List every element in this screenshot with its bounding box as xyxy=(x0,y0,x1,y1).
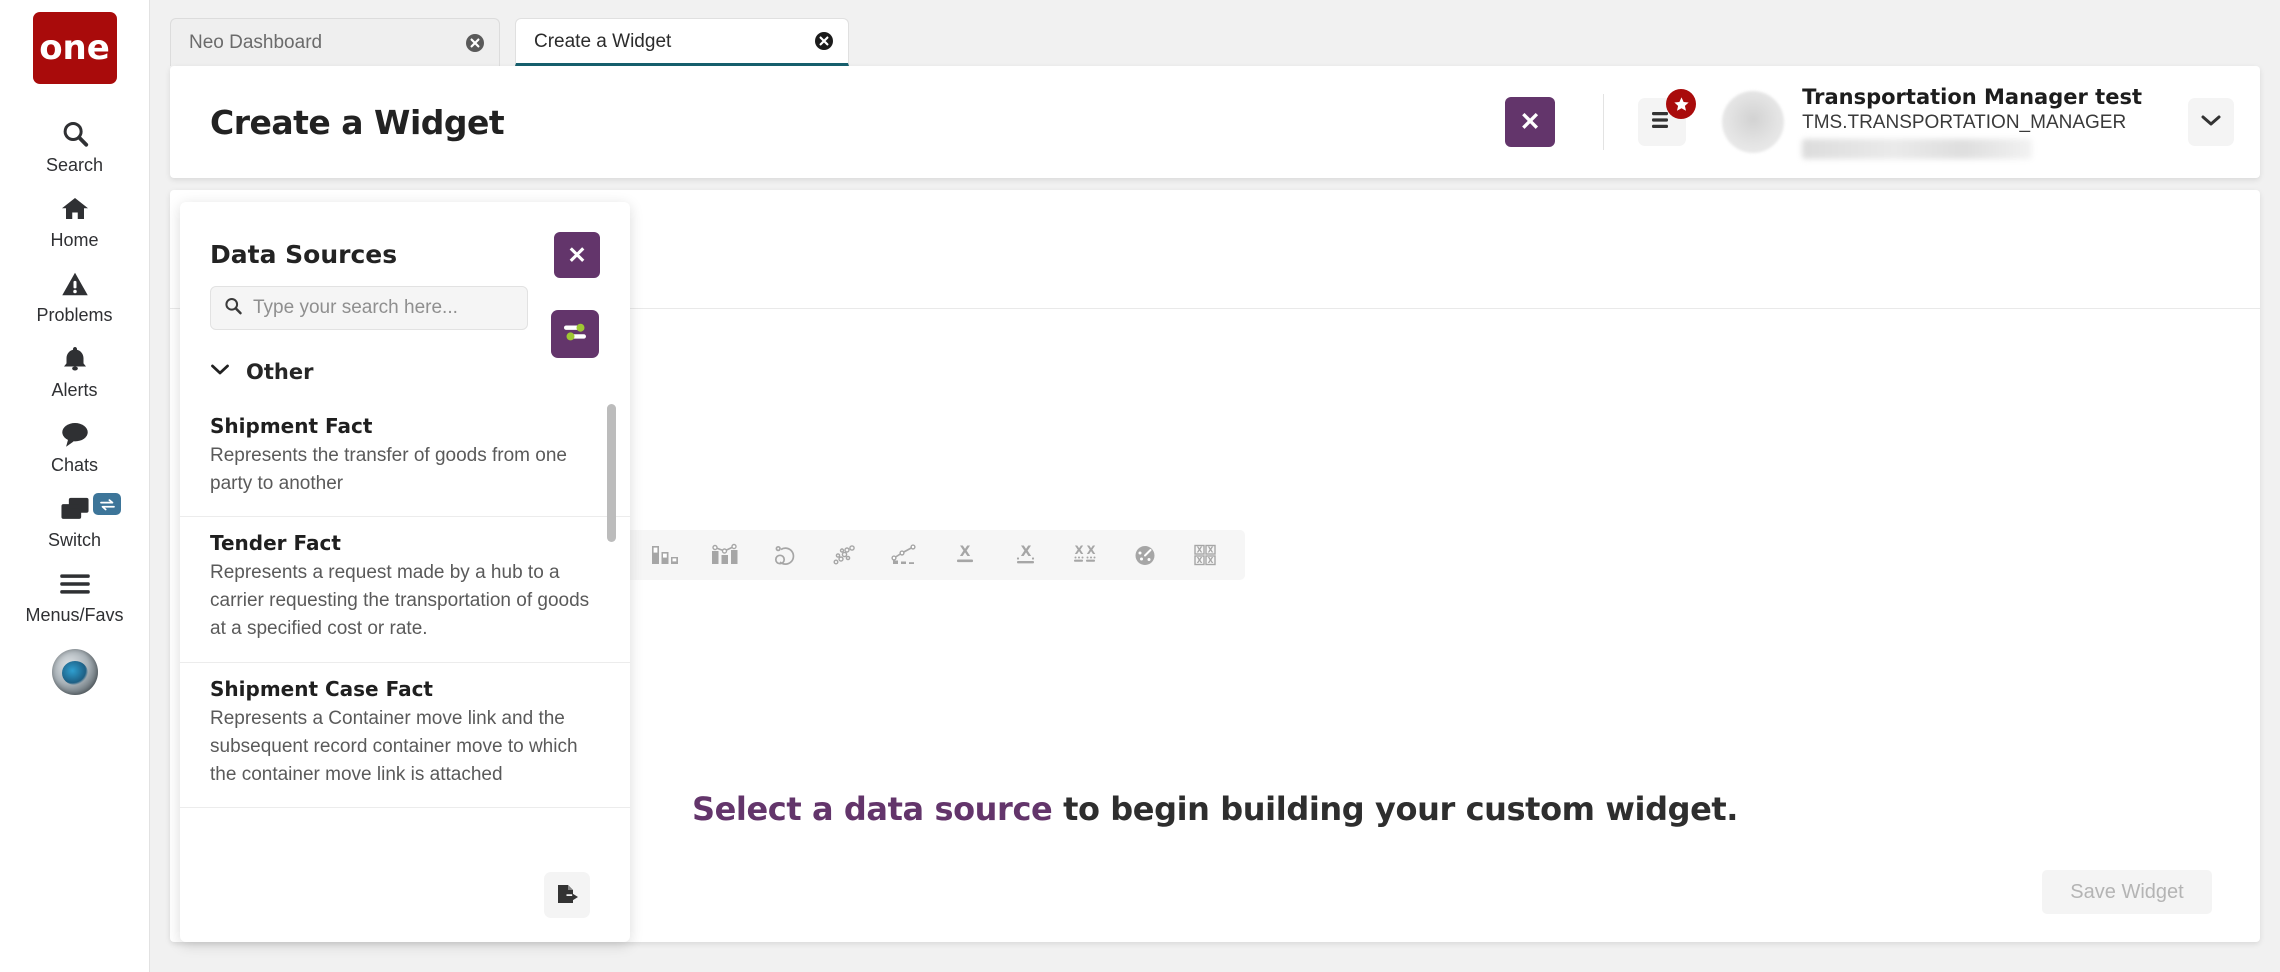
list-item-name: Shipment Fact xyxy=(210,414,373,438)
save-widget-label: Save Widget xyxy=(2070,880,2184,903)
svg-text:X: X xyxy=(1197,545,1203,554)
chevron-down-icon xyxy=(210,363,230,381)
rail-item-label: Switch xyxy=(47,530,101,550)
svg-text:X: X xyxy=(1208,556,1214,565)
rail-item-label: Search xyxy=(45,155,104,175)
star-icon xyxy=(1666,89,1697,119)
horizontal-bar-chart-icon[interactable] xyxy=(635,530,695,580)
notifications-menu-button[interactable] xyxy=(1638,89,1697,146)
header-actions: ✕ Transportation Manager test TMS.TRANSP… xyxy=(1505,85,2234,159)
close-circle-icon[interactable] xyxy=(465,33,485,53)
empty-state-rest: to begin building your custom widget. xyxy=(1052,790,1739,828)
dual-metric-icon[interactable]: X X xyxy=(1055,530,1115,580)
donut-chart-icon[interactable] xyxy=(755,530,815,580)
svg-text:X: X xyxy=(1021,544,1032,560)
close-page-button[interactable]: ✕ xyxy=(1505,97,1556,147)
page-title: Create a Widget xyxy=(210,102,505,142)
scrollbar-thumb[interactable] xyxy=(607,404,616,542)
rail-item-switch[interactable]: Switch xyxy=(0,483,149,558)
bubble-chart-icon[interactable] xyxy=(815,530,875,580)
rail-items: Search Home Problems Alerts Chats Switch… xyxy=(0,108,149,633)
rail-item-label: Problems xyxy=(36,305,113,325)
search-box[interactable] xyxy=(210,286,528,330)
combo-bar-line-chart-icon[interactable] xyxy=(695,530,755,580)
grid-tiles-icon[interactable]: XX XX xyxy=(1175,530,1235,580)
list-item-description: Represents a Container move link and the… xyxy=(210,707,578,785)
list-item-name: Shipment Case Fact xyxy=(210,676,433,701)
rail-item-alerts[interactable]: Alerts xyxy=(0,333,149,408)
rail-item-label: Chats xyxy=(50,455,99,475)
tab-strip: Neo Dashboard Create a Widget xyxy=(150,0,2280,66)
list-item-name: Tender Fact xyxy=(210,531,341,556)
rail-item-home[interactable]: Home xyxy=(0,183,149,258)
rail-item-search[interactable]: Search xyxy=(0,108,149,183)
list-item[interactable]: Shipment Fact Represents the transfer of… xyxy=(180,400,630,518)
single-metric-icon[interactable]: X xyxy=(935,530,995,580)
tab-neo-dashboard[interactable]: Neo Dashboard xyxy=(170,18,500,66)
user-avatar[interactable] xyxy=(1722,91,1785,153)
data-sources-title: Data Sources xyxy=(210,239,398,269)
user-role: TMS.TRANSPORTATION_MANAGER xyxy=(1802,112,2127,133)
rail-item-menus-favs[interactable]: Menus/Favs xyxy=(0,558,149,633)
left-nav-rail: one Search Home Problems Alerts Chats Sw… xyxy=(0,0,150,972)
search-input[interactable] xyxy=(253,297,515,319)
tab-create-a-widget[interactable]: Create a Widget xyxy=(515,18,849,66)
tab-label: Neo Dashboard xyxy=(189,32,323,53)
rail-item-label: Alerts xyxy=(51,380,98,400)
svg-text:X: X xyxy=(1197,556,1203,565)
rail-item-chats[interactable]: Chats xyxy=(0,408,149,483)
filter-sliders-button[interactable] xyxy=(551,310,599,358)
close-circle-icon[interactable] xyxy=(814,31,834,51)
search-icon xyxy=(60,117,90,151)
close-data-sources-button[interactable]: ✕ xyxy=(554,232,600,278)
svg-text:X: X xyxy=(1075,543,1084,557)
user-info: Transportation Manager test TMS.TRANSPOR… xyxy=(1802,85,2142,159)
group-label: Other xyxy=(246,360,314,384)
hamburger-icon xyxy=(59,567,91,601)
rail-item-label: Menus/Favs xyxy=(25,605,124,625)
tab-label: Create a Widget xyxy=(534,30,672,52)
app-root: one Search Home Problems Alerts Chats Sw… xyxy=(0,0,2280,972)
file-export-icon[interactable] xyxy=(544,872,590,918)
rail-item-problems[interactable]: Problems xyxy=(0,258,149,333)
avatar[interactable] xyxy=(51,649,98,695)
metric-with-trend-icon[interactable]: X xyxy=(995,530,1055,580)
user-menu-button[interactable] xyxy=(2188,98,2234,146)
app-logo-text: one xyxy=(39,28,110,68)
search-icon xyxy=(223,296,243,321)
header-divider xyxy=(1603,94,1605,150)
list-item-description: Represents the transfer of goods from on… xyxy=(210,445,567,495)
windows-stack-icon xyxy=(59,492,91,526)
close-icon: ✕ xyxy=(567,241,587,268)
swap-arrows-icon[interactable] xyxy=(93,493,121,515)
data-sources-list: Shipment Fact Represents the transfer of… xyxy=(180,400,630,854)
list-item-description: Represents a request made by a hub to a … xyxy=(210,562,590,640)
svg-text:X: X xyxy=(1208,545,1214,554)
save-widget-button[interactable]: Save Widget xyxy=(2042,870,2212,914)
home-icon xyxy=(59,192,91,226)
svg-text:X: X xyxy=(960,544,971,560)
empty-state-highlight: Select a data source xyxy=(691,790,1053,828)
line-bar-chart-icon[interactable] xyxy=(875,530,935,580)
warning-triangle-icon xyxy=(59,267,91,301)
filter-sliders-icon xyxy=(561,318,589,351)
user-name: Transportation Manager test xyxy=(1802,85,2142,109)
app-logo[interactable]: one xyxy=(32,12,117,84)
svg-text:X: X xyxy=(1087,543,1096,557)
list-item[interactable]: Tender Fact Represents a request made by… xyxy=(180,517,630,663)
widget-type-toolbar: X X X X X X X X xyxy=(625,530,1245,580)
user-org-redacted xyxy=(1802,139,2033,159)
rail-item-label: Home xyxy=(50,230,99,250)
chat-bubble-icon xyxy=(59,417,91,451)
close-icon: ✕ xyxy=(1519,108,1541,136)
page-header: Create a Widget ✕ Transportation Manager… xyxy=(170,66,2260,178)
data-sources-footer xyxy=(180,854,630,942)
bell-icon xyxy=(60,342,90,376)
list-item[interactable]: Shipment Case Fact Represents a Containe… xyxy=(180,663,630,808)
chevron-down-icon xyxy=(2200,113,2222,132)
gauge-chart-icon[interactable] xyxy=(1115,530,1175,580)
list-scrollbar[interactable] xyxy=(607,400,616,854)
